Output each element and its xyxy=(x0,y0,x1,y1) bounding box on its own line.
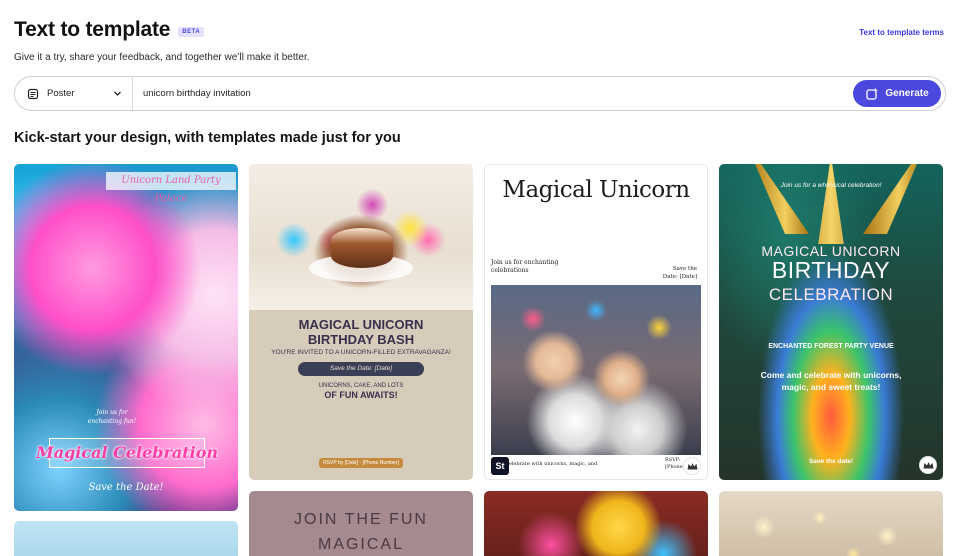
template-card[interactable]: Join us for a whimsical celebration! MAG… xyxy=(719,164,943,480)
template-image xyxy=(755,164,809,234)
section-heading: Kick-start your design, with templates m… xyxy=(14,130,401,146)
template-image xyxy=(818,164,844,244)
template-text: UNICORNS, CAKE, AND LOTS xyxy=(318,383,404,389)
template-text: Join us for enchanting celebrations xyxy=(491,259,559,274)
poster-icon xyxy=(27,88,39,99)
stock-badge-icon: St xyxy=(491,457,509,475)
generate-button[interactable]: Generate xyxy=(853,80,941,107)
prompt-input[interactable] xyxy=(133,77,853,110)
terms-link[interactable]: Text to template terms xyxy=(859,28,944,37)
template-text: Unicorn Land Party Palace xyxy=(106,172,236,204)
template-text: Save the Date: [Date] xyxy=(662,266,697,280)
crown-icon xyxy=(923,461,933,468)
template-text: BIRTHDAY xyxy=(771,257,891,283)
generate-label: Generate xyxy=(885,88,929,99)
sparkle-generate-icon xyxy=(866,87,879,100)
template-text: YOU'RE INVITED TO A UNICORN-FILLED EXTRA… xyxy=(271,349,451,356)
page-title: Text to template xyxy=(14,18,171,41)
page-header: Text to template BETA Text to template t… xyxy=(14,18,944,63)
template-text: MAGICAL xyxy=(317,536,404,553)
crown-icon xyxy=(683,457,701,475)
template-image xyxy=(863,164,917,234)
chevron-down-icon xyxy=(114,91,121,96)
template-text: JOIN THE FUN xyxy=(294,511,428,528)
template-text: MAGICAL UNICORN BIRTHDAY BASH xyxy=(249,317,473,347)
format-dropdown[interactable]: Poster xyxy=(15,77,133,110)
template-card[interactable]: JOIN THE FUN MAGICAL xyxy=(249,491,473,556)
template-text: Join us for enchanting fun! xyxy=(87,409,137,425)
template-card[interactable] xyxy=(719,491,943,556)
template-text: Magical Celebration xyxy=(35,443,219,462)
template-card[interactable] xyxy=(484,491,708,556)
template-card[interactable]: Magical Unicorn Join us for enchanting c… xyxy=(484,164,708,480)
template-text: Celebrate with unicorns, magic, and xyxy=(505,461,598,467)
prompt-bar: Poster Generate xyxy=(14,76,946,111)
beta-badge: BETA xyxy=(178,26,205,37)
template-text: ENCHANTED FOREST PARTY VENUE xyxy=(768,343,894,350)
template-title-line: MAGICAL UNICORN xyxy=(298,317,424,332)
page-subtitle: Give it a try, share your feedback, and … xyxy=(14,52,310,63)
template-text: Save the Date! xyxy=(88,482,164,493)
format-value: Poster xyxy=(47,88,75,99)
template-text: OF FUN AWAITS! xyxy=(324,390,398,400)
template-card[interactable] xyxy=(14,521,238,556)
template-text: Save the date! xyxy=(808,458,854,465)
template-card[interactable]: Unicorn Land Party Palace Join us for en… xyxy=(14,164,238,511)
template-text: CELEBRATION xyxy=(768,285,894,304)
crown-icon xyxy=(919,456,937,474)
template-text: Magical Unicorn xyxy=(502,177,690,203)
template-text: RSVP by [Date] - [Phone Number] xyxy=(319,458,403,468)
template-text: RSVP: [Phone] xyxy=(665,457,685,470)
template-text: Save the Date: [Date] xyxy=(298,362,424,376)
template-card[interactable]: MAGICAL UNICORN BIRTHDAY BASH YOU'RE INV… xyxy=(249,164,473,480)
template-image xyxy=(331,228,393,268)
template-text: Come and celebrate with unicorns, magic,… xyxy=(760,370,902,392)
title-row: Text to template BETA xyxy=(14,18,944,42)
template-text: Join us for a whimsical celebration! xyxy=(780,182,882,189)
template-title-line: BIRTHDAY BASH xyxy=(307,332,415,347)
crown-icon xyxy=(687,462,697,469)
template-image xyxy=(491,285,701,455)
